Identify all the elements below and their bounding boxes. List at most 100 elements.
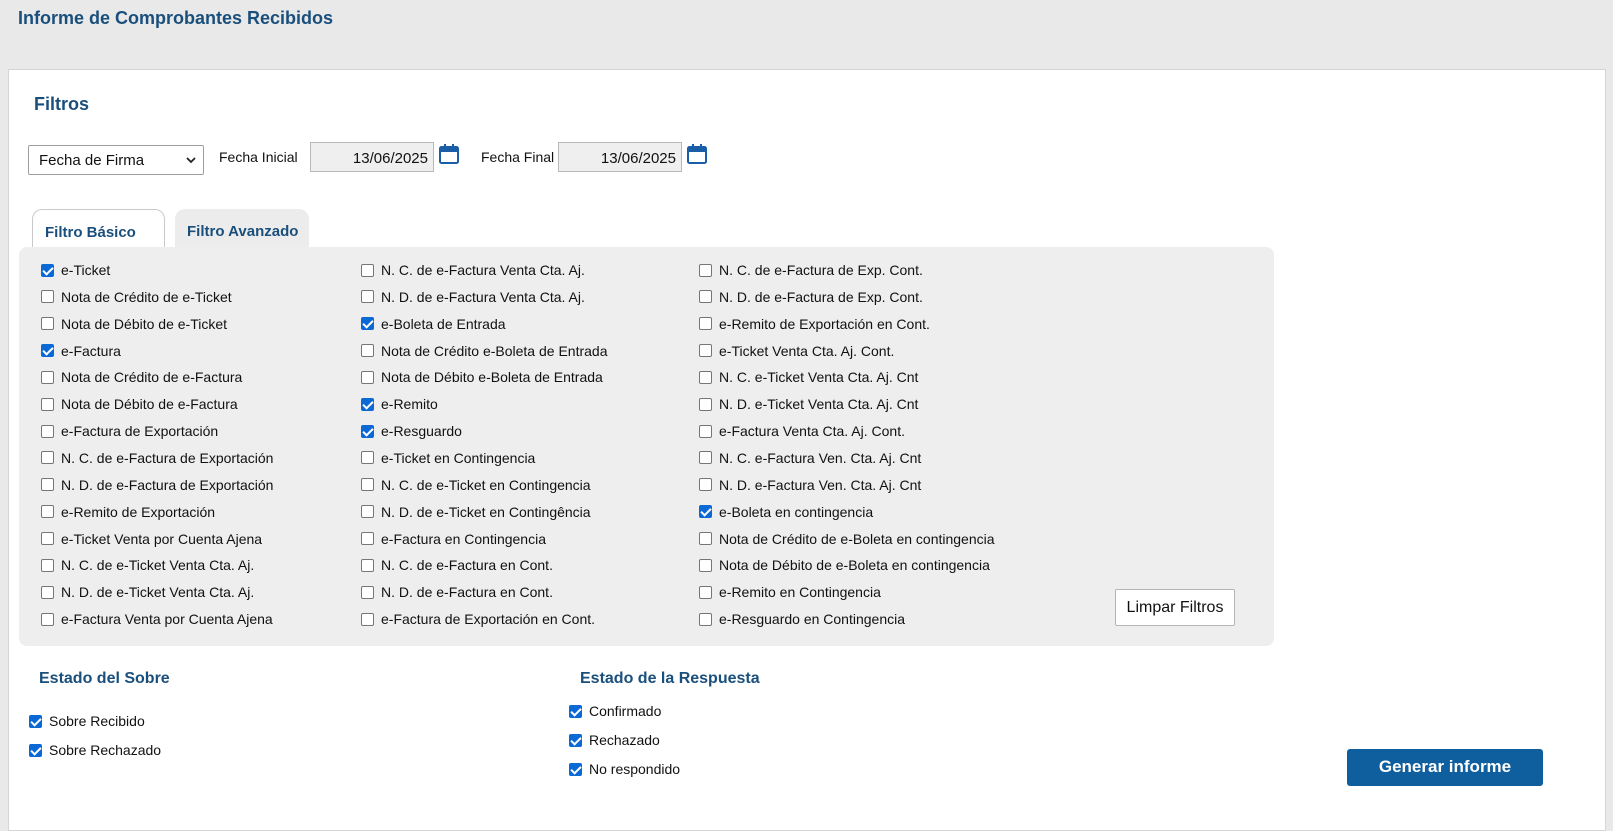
checkbox-item[interactable]: e-Remito de Exportación en Cont. bbox=[699, 316, 930, 332]
checkbox-item[interactable]: N. C. de e-Factura de Exportación bbox=[41, 450, 273, 466]
checkbox-item[interactable]: e-Factura de Exportación en Cont. bbox=[361, 611, 595, 627]
checkbox[interactable] bbox=[699, 612, 712, 626]
checkbox-item[interactable]: N. D. de e-Ticket Venta Cta. Aj. bbox=[41, 584, 254, 600]
checkbox[interactable] bbox=[41, 451, 54, 465]
checkbox[interactable] bbox=[41, 290, 54, 304]
checkbox-item[interactable]: N. C. e-Ticket Venta Cta. Aj. Cnt bbox=[699, 369, 918, 385]
checkbox-item[interactable]: N. D. de e-Factura Venta Cta. Aj. bbox=[361, 289, 585, 305]
checkbox[interactable] bbox=[361, 263, 374, 277]
checkbox[interactable] bbox=[361, 585, 374, 599]
checkbox-item[interactable]: N. D. de e-Factura de Exp. Cont. bbox=[699, 289, 923, 305]
checkbox[interactable] bbox=[699, 317, 712, 331]
checkbox-item[interactable]: No respondido bbox=[569, 761, 680, 777]
checkbox[interactable] bbox=[41, 478, 54, 492]
checkbox[interactable] bbox=[29, 743, 42, 757]
checkbox-item[interactable]: e-Remito en Contingencia bbox=[699, 584, 881, 600]
checkbox-item[interactable]: e-Factura de Exportación bbox=[41, 423, 218, 439]
checkbox-item[interactable]: N. D. de e-Ticket en Contingência bbox=[361, 504, 591, 520]
checkbox[interactable] bbox=[361, 505, 374, 519]
checkbox-item[interactable]: Sobre Recibido bbox=[29, 713, 145, 729]
checkbox[interactable] bbox=[361, 290, 374, 304]
checkbox-item[interactable]: Nota de Crédito e-Boleta de Entrada bbox=[361, 343, 607, 359]
clear-filters-button[interactable]: Limpar Filtros bbox=[1115, 589, 1235, 626]
checkbox-item[interactable]: N. D. e-Factura Ven. Cta. Aj. Cnt bbox=[699, 477, 921, 493]
checkbox-item[interactable]: e-Factura Venta Cta. Aj. Cont. bbox=[699, 423, 905, 439]
checkbox-item[interactable]: N. C. de e-Ticket Venta Cta. Aj. bbox=[41, 557, 254, 573]
checkbox-item[interactable]: e-Resguardo bbox=[361, 423, 462, 439]
checkbox-item[interactable]: Nota de Débito de e-Factura bbox=[41, 396, 238, 412]
checkbox-item[interactable]: e-Ticket bbox=[41, 262, 110, 278]
checkbox-item[interactable]: e-Boleta en contingencia bbox=[699, 504, 873, 520]
checkbox-item[interactable]: e-Boleta de Entrada bbox=[361, 316, 506, 332]
checkbox-item[interactable]: N. D. de e-Factura en Cont. bbox=[361, 584, 553, 600]
checkbox-item[interactable]: N. D. e-Ticket Venta Cta. Aj. Cnt bbox=[699, 396, 918, 412]
checkbox-item[interactable]: Nota de Débito de e-Boleta en contingenc… bbox=[699, 557, 990, 573]
checkbox[interactable] bbox=[699, 290, 712, 304]
checkbox-item[interactable]: Nota de Crédito de e-Boleta en contingen… bbox=[699, 531, 995, 547]
checkbox-item[interactable]: e-Factura bbox=[41, 343, 121, 359]
checkbox[interactable] bbox=[41, 558, 54, 572]
checkbox-item[interactable]: e-Ticket Venta Cta. Aj. Cont. bbox=[699, 343, 894, 359]
checkbox[interactable] bbox=[699, 344, 712, 358]
checkbox-item[interactable]: e-Remito de Exportación bbox=[41, 504, 215, 520]
calendar-icon[interactable] bbox=[439, 144, 459, 164]
checkbox[interactable] bbox=[699, 263, 712, 277]
checkbox[interactable] bbox=[361, 558, 374, 572]
checkbox[interactable] bbox=[699, 532, 712, 545]
checkbox[interactable] bbox=[41, 585, 54, 599]
checkbox[interactable] bbox=[41, 317, 54, 331]
checkbox[interactable] bbox=[41, 505, 54, 519]
checkbox[interactable] bbox=[361, 478, 374, 492]
checkbox-item[interactable]: Nota de Crédito de e-Ticket bbox=[41, 289, 232, 305]
checkbox[interactable] bbox=[361, 612, 374, 626]
checkbox-item[interactable]: N. C. de e-Ticket en Contingencia bbox=[361, 477, 591, 493]
checkbox[interactable] bbox=[699, 505, 712, 519]
checkbox[interactable] bbox=[361, 451, 374, 465]
checkbox-item[interactable]: e-Ticket Venta por Cuenta Ajena bbox=[41, 531, 262, 547]
checkbox[interactable] bbox=[41, 532, 54, 545]
checkbox-item[interactable]: e-Ticket en Contingencia bbox=[361, 450, 535, 466]
checkbox-item[interactable]: e-Remito bbox=[361, 396, 438, 412]
date-type-select[interactable]: Fecha de Firma bbox=[28, 145, 204, 175]
checkbox[interactable] bbox=[361, 532, 374, 545]
tab-filtro-basico[interactable]: Filtro Básico bbox=[32, 209, 165, 249]
end-date-input[interactable]: 13/06/2025 bbox=[558, 142, 682, 172]
checkbox-item[interactable]: N. C. de e-Factura de Exp. Cont. bbox=[699, 262, 923, 278]
start-date-input[interactable]: 13/06/2025 bbox=[310, 142, 434, 172]
checkbox[interactable] bbox=[361, 397, 374, 411]
checkbox-item[interactable]: N. C. de e-Factura en Cont. bbox=[361, 557, 553, 573]
checkbox[interactable] bbox=[569, 762, 582, 776]
checkbox[interactable] bbox=[699, 585, 712, 599]
checkbox-item[interactable]: Confirmado bbox=[569, 703, 661, 719]
checkbox-item[interactable]: Nota de Débito de e-Ticket bbox=[41, 316, 227, 332]
checkbox-item[interactable]: Nota de Crédito de e-Factura bbox=[41, 369, 242, 385]
checkbox[interactable] bbox=[699, 424, 712, 438]
checkbox-item[interactable]: Nota de Débito e-Boleta de Entrada bbox=[361, 369, 603, 385]
checkbox-item[interactable]: N. C. e-Factura Ven. Cta. Aj. Cnt bbox=[699, 450, 921, 466]
checkbox[interactable] bbox=[41, 397, 54, 411]
checkbox-item[interactable]: e-Factura en Contingencia bbox=[361, 531, 546, 547]
checkbox[interactable] bbox=[41, 424, 54, 438]
checkbox[interactable] bbox=[41, 612, 54, 626]
calendar-icon[interactable] bbox=[687, 144, 707, 164]
checkbox[interactable] bbox=[361, 317, 374, 331]
checkbox[interactable] bbox=[699, 370, 712, 384]
checkbox[interactable] bbox=[29, 714, 42, 728]
checkbox[interactable] bbox=[361, 344, 374, 358]
checkbox[interactable] bbox=[699, 478, 712, 492]
checkbox-item[interactable]: Sobre Rechazado bbox=[29, 742, 161, 758]
checkbox-item[interactable]: Rechazado bbox=[569, 732, 660, 748]
checkbox[interactable] bbox=[699, 397, 712, 411]
checkbox[interactable] bbox=[41, 370, 54, 384]
checkbox[interactable] bbox=[41, 344, 54, 358]
checkbox-item[interactable]: e-Factura Venta por Cuenta Ajena bbox=[41, 611, 273, 627]
checkbox[interactable] bbox=[41, 263, 54, 277]
tab-filtro-avanzado[interactable]: Filtro Avanzado bbox=[175, 209, 309, 249]
checkbox-item[interactable]: N. D. de e-Factura de Exportación bbox=[41, 477, 273, 493]
checkbox[interactable] bbox=[569, 733, 582, 747]
checkbox[interactable] bbox=[361, 370, 374, 384]
checkbox[interactable] bbox=[699, 451, 712, 465]
checkbox-item[interactable]: e-Resguardo en Contingencia bbox=[699, 611, 905, 627]
checkbox[interactable] bbox=[699, 558, 712, 572]
generate-report-button[interactable]: Generar informe bbox=[1347, 749, 1543, 786]
